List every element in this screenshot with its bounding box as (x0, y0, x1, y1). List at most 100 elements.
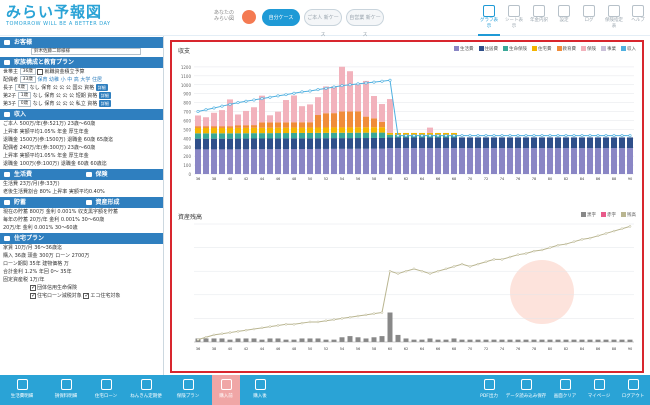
tab-living-cost[interactable]: 生活費明細 (0, 375, 44, 405)
balance-point (300, 321, 304, 325)
expense-row[interactable]: 老後生活費割合 80% 上昇率 実額平均0.40% (0, 188, 163, 196)
tab-logout[interactable]: ログアウト (616, 375, 650, 405)
bar-segment (211, 112, 217, 127)
age-field[interactable]: 36歳 (19, 68, 36, 75)
savings-row[interactable]: 20万/年 金利 0.001% 30～60歳 (0, 224, 163, 232)
balance-point (412, 267, 416, 271)
bar-segment (275, 127, 281, 134)
age-field[interactable]: 1歳 (17, 92, 32, 99)
bar-segment (531, 148, 537, 174)
x-tick-label: 52 (324, 177, 329, 181)
bar-segment (291, 132, 297, 139)
balance-point (476, 262, 480, 266)
bar-segment (379, 121, 385, 128)
housing-row[interactable]: ローン期間 35年 建物価格 万 (0, 260, 163, 268)
income-row[interactable]: 退職金 1500万(参:1500万) 退職金 60歳 65歳迄 (0, 136, 163, 144)
income-row[interactable]: 退職金 100万(参:100万) 退職金 60歳 60歳迄 (0, 160, 163, 168)
pdf-icon (483, 379, 495, 390)
bar-segment (331, 132, 337, 139)
group-life-checkbox[interactable] (30, 284, 36, 292)
bar-segment (443, 148, 449, 174)
balance-point (612, 229, 616, 233)
nav-pension[interactable]: 年金内訳 (528, 2, 550, 23)
bar-segment (259, 122, 265, 128)
balance-point (492, 258, 496, 261)
x-tick-label: 84 (580, 177, 585, 181)
nav-help[interactable]: ヘルプ (627, 2, 649, 23)
bar-segment (195, 126, 201, 128)
tab-insurance-detail[interactable]: 損保料明細 (44, 375, 88, 405)
nav-sheet[interactable]: シート表示 (503, 2, 525, 29)
tab-after-purchase[interactable]: 購入後 (246, 375, 274, 405)
bar-segment (403, 137, 409, 149)
surplus-bar (579, 339, 585, 342)
bar-segment (627, 148, 633, 174)
income-row[interactable]: 配偶者 240万/年(参:300万) 23歳～60歳 (0, 144, 163, 152)
nav-graph[interactable]: グラフ表示 (478, 2, 500, 36)
tab-pdf[interactable]: PDF出力 (474, 375, 504, 405)
bar-segment (355, 127, 361, 133)
income-row[interactable]: ご本人 500万/年(参:521万) 23歳～60歳 (0, 120, 163, 128)
x-tick-label: 36 (196, 177, 201, 181)
loan-tax-checkbox[interactable] (30, 292, 36, 300)
case-self-employed-button[interactable]: 自営業 新ケース (346, 9, 384, 38)
savings-row[interactable]: 毎年の貯蓄 20万/年 金利 0.001% 30～60歳 (0, 216, 163, 224)
income-row[interactable]: 上昇率 実額平均1.05% 年金 厚生年金 (0, 152, 163, 160)
tab-pension[interactable]: ねんきん定期便 (124, 375, 168, 405)
housing-row[interactable]: 合計金利 1.2% 年回 0～ 35年 (0, 268, 163, 276)
bar-segment (299, 132, 305, 139)
age-field[interactable]: 4歳 (14, 84, 28, 91)
tab-clear[interactable]: 画面クリア (548, 375, 582, 405)
bar-segment (291, 127, 297, 133)
tab-mypage[interactable]: マイページ (582, 375, 616, 405)
insurance-header[interactable]: 保険 (81, 169, 163, 180)
tab-home-loan[interactable]: 住宅ローン (88, 375, 124, 405)
case-new-button[interactable]: ご本人 新ケース (304, 9, 342, 38)
asset-header[interactable]: 資産形成 (81, 197, 163, 208)
age-field[interactable]: 33歳 (19, 76, 36, 83)
customer-name-field[interactable]: 鈴木佐藤二郎様様 (31, 48, 141, 55)
income-row[interactable]: 上昇率 実額平均1.05% 年金 厚生年金 (0, 128, 163, 136)
bar-segment (219, 138, 225, 150)
income-point (540, 134, 544, 138)
nav-settings[interactable]: 設定 (553, 2, 575, 23)
x-tick-label: 38 (212, 347, 217, 351)
eco-house-checkbox[interactable] (83, 292, 89, 300)
age-field[interactable]: 0歳 (17, 100, 32, 107)
tab-data-save[interactable]: データ読み込み保存 (504, 375, 548, 405)
detail-button[interactable]: 詳細 (98, 92, 111, 99)
bar-segment (491, 137, 497, 149)
bar-chart-icon (483, 5, 495, 17)
savings-row[interactable]: 現在の貯蓄 800万 金利 0.001% 収支黒字額を貯蓄 (0, 208, 163, 216)
housing-row[interactable]: 家賃 10万/月 36～36歳迄 (0, 244, 163, 252)
bar-segment (283, 149, 289, 174)
income-point (340, 84, 344, 88)
income-point (628, 134, 632, 138)
savings-header: 貯蓄 (0, 197, 82, 208)
nav-log[interactable]: ログ (578, 2, 600, 23)
y-tick-label: 200 (183, 154, 191, 159)
surplus-bar (283, 339, 289, 342)
nav-insurance-table[interactable]: 保険指定表 (603, 2, 625, 29)
y-tick-label: 1100 (181, 74, 192, 79)
bar-segment (235, 138, 241, 150)
bar-segment (371, 132, 377, 138)
housing-row[interactable]: 固定資産税 1万/年 (0, 276, 163, 284)
tab-insurance-plan[interactable]: 保険プラン (168, 375, 208, 405)
bar-segment (435, 148, 441, 174)
bar-segment (339, 138, 345, 149)
detail-button[interactable]: 詳細 (98, 100, 111, 107)
housing-row[interactable]: 購入 36歳 頭金 300万 ローン 2700万 (0, 252, 163, 260)
bar-segment (275, 133, 281, 139)
bar-segment (219, 127, 225, 134)
bar-segment (427, 127, 433, 133)
expense-row[interactable]: 生活費 23万/月(参:33万) (0, 180, 163, 188)
bar-segment (291, 95, 297, 123)
case-self-button[interactable]: 自分ケース (262, 9, 300, 26)
detail-button[interactable]: 詳細 (95, 84, 108, 91)
tab-before-purchase[interactable]: 購入前 (212, 375, 240, 405)
bar-segment (371, 137, 377, 149)
bar-segment (355, 138, 361, 149)
bar-segment (307, 104, 313, 123)
bar-segment (211, 138, 217, 150)
